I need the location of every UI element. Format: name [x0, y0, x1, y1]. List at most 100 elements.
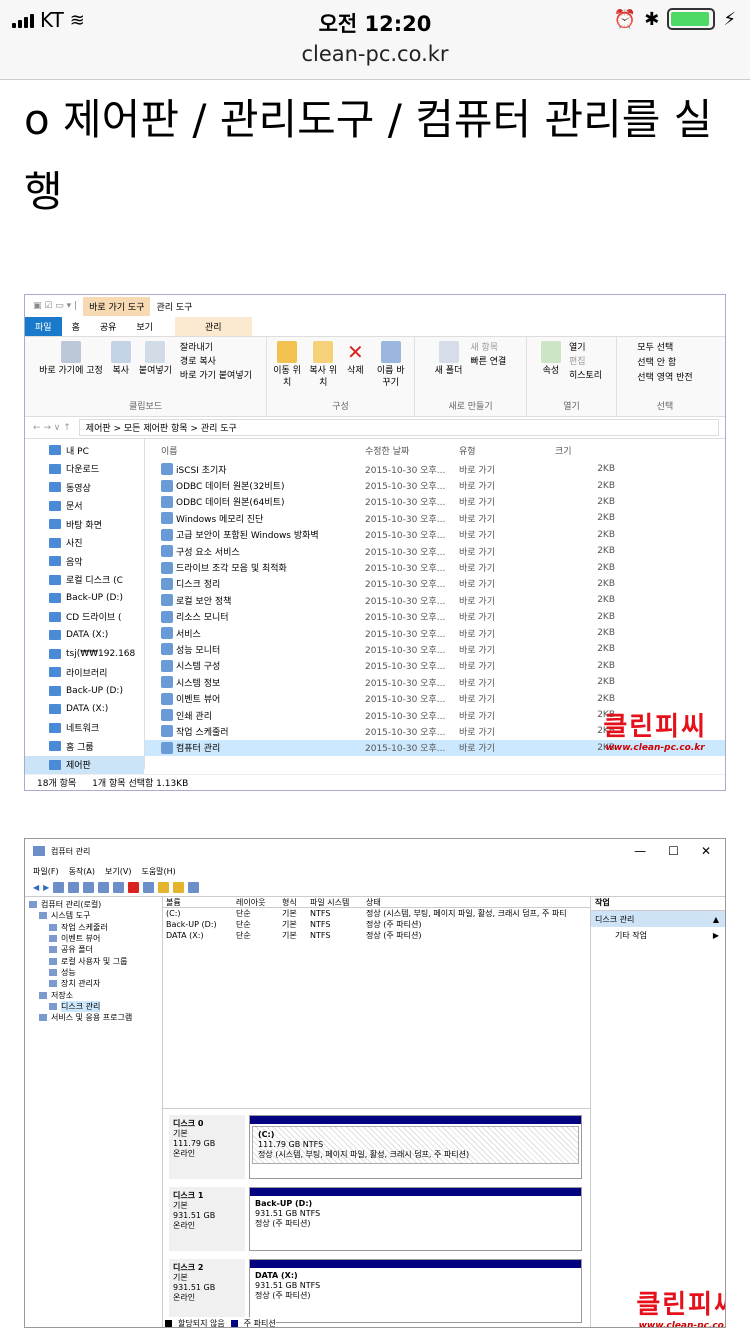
paste-shortcut-button[interactable]: 바로 가기 붙여넣기: [180, 369, 252, 383]
nav-item[interactable]: 홈 그룹: [25, 737, 144, 756]
copy-button[interactable]: 복사: [110, 341, 131, 377]
properties-icon[interactable]: [143, 882, 155, 893]
file-row[interactable]: 이벤트 뷰어 2015-10-30 오후... 바로 가기 2KB: [145, 690, 725, 706]
col-name[interactable]: 이름: [161, 444, 365, 457]
tree-item[interactable]: 장치 관리자: [25, 978, 162, 989]
partition[interactable]: Back-UP (D:) 931.51 GB NTFS 정상 (주 파티션): [249, 1187, 582, 1251]
menu-view[interactable]: 보기(V): [105, 866, 131, 877]
nav-item[interactable]: tsj(₩₩192.168: [25, 645, 144, 664]
tab-share[interactable]: 공유: [90, 317, 127, 336]
tree-item[interactable]: 공유 폴더: [25, 944, 162, 955]
nav-item[interactable]: 라이브러리: [25, 663, 144, 682]
nav-item[interactable]: 네트워크: [25, 719, 144, 738]
nav-item[interactable]: Back-UP (D:): [25, 589, 144, 608]
col-filesystem[interactable]: 파일 시스템: [307, 897, 363, 908]
nav-item[interactable]: 바탕 화면: [25, 515, 144, 534]
view-icon[interactable]: [98, 882, 110, 893]
file-row[interactable]: 고급 보안이 포함된 Windows 방화벽 2015-10-30 오후... 바로…: [145, 527, 725, 543]
tree-item[interactable]: 컴퓨터 관리(로컬): [25, 899, 162, 910]
menu-file[interactable]: 파일(F): [33, 866, 59, 877]
tree-item[interactable]: 서비스 및 응용 프로그램: [25, 1012, 162, 1023]
file-row[interactable]: 성능 모니터 2015-10-30 오후... 바로 가기 2KB: [145, 641, 725, 657]
nav-arrows[interactable]: ← → ∨ ↑: [33, 423, 71, 433]
help-icon[interactable]: [83, 882, 95, 893]
file-row[interactable]: ODBC 데이터 원본(64비트) 2015-10-30 오후... 바로 가기 2K…: [145, 494, 725, 510]
nav-item[interactable]: 음악: [25, 552, 144, 571]
up-icon[interactable]: [53, 882, 65, 893]
tab-file[interactable]: 파일: [25, 317, 62, 336]
col-type[interactable]: 형식: [279, 897, 307, 908]
delete-button[interactable]: ✕ 삭제: [345, 341, 365, 377]
copy-to-button[interactable]: 복사 위치: [309, 341, 337, 389]
tab-view[interactable]: 보기: [126, 317, 163, 336]
nav-item[interactable]: 다운로드: [25, 460, 144, 479]
paste-button[interactable]: 붙여넣기: [139, 341, 172, 377]
new-item-button[interactable]: 새 항목: [470, 341, 506, 355]
nav-item[interactable]: 내 PC: [25, 441, 144, 460]
volume-row[interactable]: DATA (X:) 단순 기본 NTFS 정상 (주 파티션): [163, 930, 590, 941]
edit-button[interactable]: 편집: [569, 355, 602, 369]
tree-item[interactable]: 저장소: [25, 989, 162, 1000]
file-row[interactable]: 드라이브 조각 모음 및 최적화 2015-10-30 오후... 바로 가기 2KB: [145, 559, 725, 575]
menu-help[interactable]: 도움말(H): [141, 866, 175, 877]
file-row[interactable]: 시스템 정보 2015-10-30 오후... 바로 가기 2KB: [145, 674, 725, 690]
nav-item[interactable]: 사진: [25, 534, 144, 553]
disk-block[interactable]: 디스크 1 기본 931.51 GB 온라인 Back-UP (D:) 931.51 GB…: [169, 1187, 582, 1251]
invert-selection-button[interactable]: 선택 영역 반전: [637, 371, 692, 386]
back-icon[interactable]: ◀: [33, 883, 39, 892]
open-button[interactable]: 열기: [569, 341, 602, 355]
show-tree-icon[interactable]: [68, 882, 80, 893]
rename-button[interactable]: 이름 바꾸기: [373, 341, 408, 389]
easy-access-button[interactable]: 빠른 연결: [470, 355, 506, 369]
nav-item[interactable]: CD 드라이브 (: [25, 608, 144, 627]
disk-block[interactable]: 디스크 0 기본 111.79 GB 온라인 (C:) 111.79 GB NTFS 정상 …: [169, 1115, 582, 1179]
file-row[interactable]: ODBC 데이터 원본(32비트) 2015-10-30 오후... 바로 가기 2K…: [145, 477, 725, 493]
file-row[interactable]: iSCSI 초기자 2015-10-30 오후... 바로 가기 2KB: [145, 461, 725, 477]
col-volume[interactable]: 볼륨: [163, 897, 233, 908]
nav-item[interactable]: DATA (X:): [25, 626, 144, 645]
copy-path-button[interactable]: 경로 복사: [180, 355, 252, 369]
nav-item[interactable]: 제어판: [25, 755, 144, 774]
file-row[interactable]: 구성 요소 서비스 2015-10-30 오후... 바로 가기 2KB: [145, 543, 725, 559]
tree-item[interactable]: 디스크 관리: [25, 1000, 162, 1012]
tree-item[interactable]: 이벤트 뷰어: [25, 933, 162, 944]
search-icon[interactable]: [173, 882, 185, 893]
tree-item[interactable]: 작업 스케줄러: [25, 922, 162, 933]
file-row[interactable]: 서비스 2015-10-30 오후... 바로 가기 2KB: [145, 625, 725, 641]
forward-icon[interactable]: ▶: [43, 883, 49, 892]
url-bar[interactable]: clean-pc.co.kr: [0, 40, 750, 80]
list-icon[interactable]: [188, 882, 200, 893]
move-to-button[interactable]: 이동 위치: [273, 341, 301, 389]
file-row[interactable]: Windows 메모리 진단 2015-10-30 오후... 바로 가기 2KB: [145, 510, 725, 526]
file-row[interactable]: 시스템 구성 2015-10-30 오후... 바로 가기 2KB: [145, 658, 725, 674]
partition[interactable]: (C:) 111.79 GB NTFS 정상 (시스템, 부팅, 페이지 파일, 활…: [249, 1115, 582, 1179]
file-row[interactable]: 디스크 정리 2015-10-30 오후... 바로 가기 2KB: [145, 576, 725, 592]
nav-item[interactable]: DATA (X:): [25, 700, 144, 719]
nav-item[interactable]: Back-UP (D:): [25, 682, 144, 701]
nav-item[interactable]: 동영상: [25, 478, 144, 497]
maximize-button[interactable]: ☐: [668, 844, 679, 858]
new-folder-button[interactable]: 새 폴더: [435, 341, 462, 377]
col-date[interactable]: 수정한 날짜: [365, 444, 459, 457]
col-size[interactable]: 크기: [555, 444, 615, 457]
cut-button[interactable]: 잘라내기: [180, 341, 252, 355]
select-all-button[interactable]: 모두 선택: [637, 341, 692, 356]
file-row[interactable]: 리소스 모니터 2015-10-30 오후... 바로 가기 2KB: [145, 609, 725, 625]
menu-action[interactable]: 동작(A): [69, 866, 95, 877]
volume-row[interactable]: Back-UP (D:) 단순 기본 NTFS 정상 (주 파티션): [163, 919, 590, 930]
select-none-button[interactable]: 선택 안 함: [637, 356, 692, 371]
delete-icon[interactable]: [128, 882, 140, 893]
close-button[interactable]: ✕: [701, 844, 711, 858]
breadcrumb[interactable]: 제어판 > 모든 제어판 항목 > 관리 도구: [78, 419, 719, 436]
tree-item[interactable]: 성능: [25, 967, 162, 978]
col-layout[interactable]: 레이아웃: [233, 897, 279, 908]
properties-button[interactable]: 속성: [540, 341, 561, 377]
tree-item[interactable]: 로컬 사용자 및 그룹: [25, 955, 162, 966]
history-button[interactable]: 히스토리: [569, 369, 602, 383]
folder-icon[interactable]: [158, 882, 170, 893]
action-disk-management[interactable]: 디스크 관리 ▲: [591, 911, 725, 927]
col-status[interactable]: 상태: [363, 897, 590, 908]
tab-home[interactable]: 홈: [62, 317, 90, 336]
file-row[interactable]: 로컬 보안 정책 2015-10-30 오후... 바로 가기 2KB: [145, 592, 725, 608]
partition[interactable]: DATA (X:) 931.51 GB NTFS 정상 (주 파티션): [249, 1259, 582, 1323]
